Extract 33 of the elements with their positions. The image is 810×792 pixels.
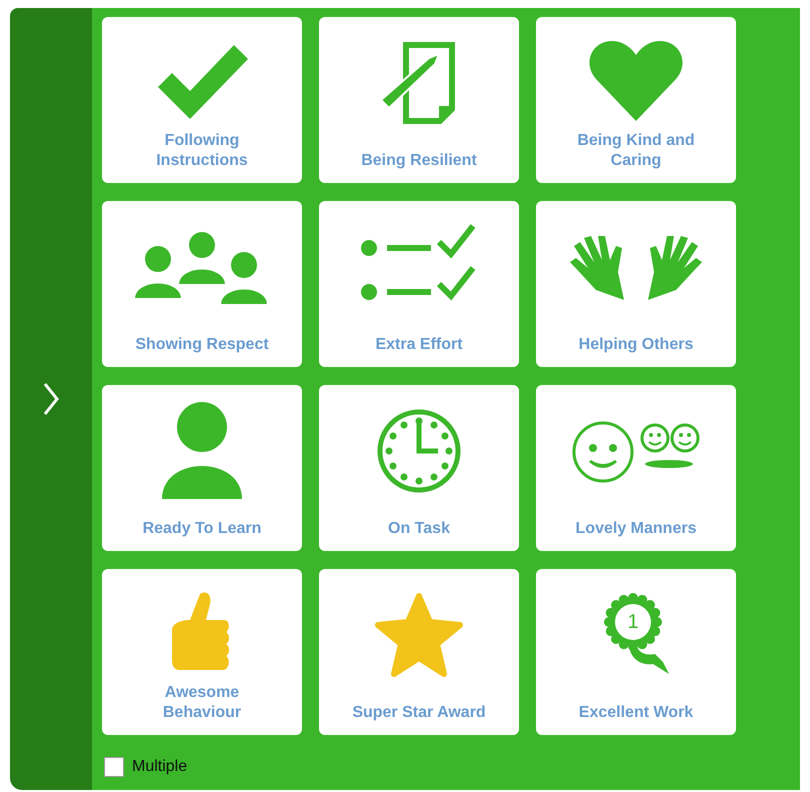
behaviour-tile[interactable]: Showing Respect [102,201,302,367]
star-icon [374,592,464,678]
behaviour-tile[interactable]: Being Resilient [319,17,519,183]
behaviour-tile[interactable]: Being Kind and Caring [536,17,736,183]
behaviour-tile[interactable]: Lovely Manners [536,385,736,551]
behaviour-tile[interactable]: Ready To Learn [102,385,302,551]
behaviour-tile[interactable]: Helping Others [536,201,736,367]
tile-label: Extra Effort [375,335,463,355]
behaviour-tile[interactable]: 1 Excellent Work [536,569,736,735]
multiple-label: Multiple [132,757,188,777]
behaviour-tile[interactable]: Following Instructions [102,17,302,183]
tile-label: Super Star Award [352,703,486,723]
behaviour-tile[interactable]: Awesome Behaviour [102,569,302,735]
tile-label: Following Instructions [155,131,249,171]
tile-label: Lovely Manners [576,519,696,539]
clock-icon [376,408,462,494]
tile-label: Ready To Learn [142,519,262,539]
person-icon [160,401,244,501]
chevron-right-icon [42,381,60,417]
behaviour-tile[interactable]: Super Star Award [319,569,519,735]
behaviour-tile[interactable]: Extra Effort [319,201,519,367]
people-icon [134,229,270,305]
behaviour-tile[interactable]: On Task [319,385,519,551]
tile-label: Being Resilient [361,151,477,171]
tile-label: Awesome Behaviour [162,683,242,723]
multiple-checkbox[interactable] [104,757,124,777]
tile-label: Excellent Work [578,703,694,723]
tile-label: Helping Others [578,335,694,355]
tile-label: Being Kind and Caring [576,131,696,171]
tile-label: Showing Respect [135,335,269,355]
tile-label: On Task [388,519,450,539]
heart-icon [588,39,684,123]
rank-number: 1 [626,611,640,633]
